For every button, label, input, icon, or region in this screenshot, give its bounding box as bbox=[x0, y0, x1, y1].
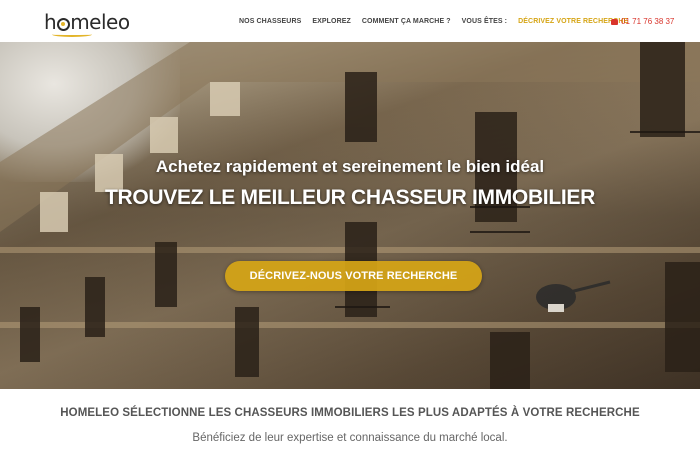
describe-search-button[interactable]: DÉCRIVEZ-NOUS VOTRE RECHERCHE bbox=[225, 261, 482, 291]
section-title: HOMELEO SÉLECTIONNE LES CHASSEURS IMMOBI… bbox=[60, 407, 640, 419]
hero-subtitle: Achetez rapidement et sereinement le bie… bbox=[155, 157, 545, 176]
homeleo-logo[interactable]: h meleo bbox=[44, 10, 130, 37]
nav-item-vous-etes[interactable]: VOUS ÊTES : bbox=[462, 18, 507, 25]
section-subtitle: Bénéficiez de leur expertise et connaiss… bbox=[192, 432, 508, 444]
site-header: h meleo NOS CHASSEURS EXPLOREZ COMMENT ÇA… bbox=[0, 0, 700, 42]
main-nav: NOS CHASSEURS EXPLOREZ COMMENT ÇA MARCHE… bbox=[239, 18, 639, 25]
nav-item-comment-ca-marche[interactable]: COMMENT ÇA MARCHE ? bbox=[362, 18, 451, 25]
nav-item-explorez[interactable]: EXPLOREZ bbox=[312, 18, 351, 25]
logo-text-right: meleo bbox=[70, 10, 130, 34]
building-facade-image bbox=[0, 42, 700, 389]
logo-text-left: h bbox=[44, 10, 57, 34]
hero-title: TROUVEZ LE MEILLEUR CHASSEUR IMMOBILIER bbox=[105, 186, 595, 209]
logo-swoosh bbox=[52, 32, 92, 37]
logo-o-mark bbox=[56, 17, 70, 31]
nav-item-nos-chasseurs[interactable]: NOS CHASSEURS bbox=[239, 18, 301, 25]
phone-link[interactable]: 01 71 76 38 37 bbox=[611, 17, 674, 26]
hero-banner: Achetez rapidement et sereinement le bie… bbox=[0, 42, 700, 389]
phone-icon bbox=[611, 18, 618, 25]
phone-number: 01 71 76 38 37 bbox=[621, 17, 675, 26]
